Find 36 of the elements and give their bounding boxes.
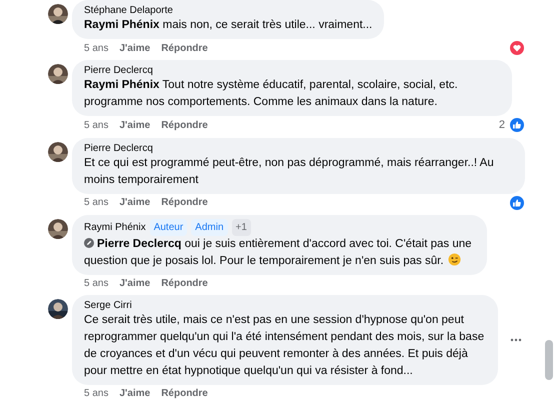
comment-time[interactable]: 5 ans <box>84 118 108 133</box>
reply-link[interactable]: Répondre <box>161 195 208 210</box>
comment-text: Pierre Declercq oui je suis entièrement d'accord avec toi. C'était pas une question que je posais lol. Pour le temporairement je n'en suis pas sûr. <box>84 236 473 268</box>
comment-time[interactable]: 5 ans <box>84 195 108 210</box>
author-name[interactable]: Pierre Declercq <box>84 142 153 154</box>
reply-link[interactable]: Répondre <box>161 386 208 400</box>
author-name[interactable]: Raymi Phénix <box>84 220 146 234</box>
comment-text: Ce serait très utile, mais ce n'est pas en une session d'hypnose qu'on peut reprogrammer quelqu'un qui l'a été intensément pendant des mois, sur la base de croyances et d'un vécu qui peuvent remonter à des années. Et puis déjà pour mettre en état hypnotique quelqu'un qui va résister à fond... <box>84 312 486 378</box>
reaction-count: 2 <box>498 118 505 133</box>
like-link[interactable]: J'aime <box>119 40 150 56</box>
scrollbar-thumb[interactable] <box>545 340 553 380</box>
mention-link[interactable]: Pierre Declercq <box>97 238 182 250</box>
comment-time[interactable]: 5 ans <box>84 40 108 56</box>
like-link[interactable]: J'aime <box>119 118 150 133</box>
comment-time[interactable]: 5 ans <box>84 276 108 290</box>
thumbs-up-reaction-icon <box>509 117 525 134</box>
comment-text: Raymi Phénix mais non, ce serait très utile... vraiment... <box>84 18 372 33</box>
like-link[interactable]: J'aime <box>119 386 150 400</box>
more-icon <box>510 338 522 342</box>
author-name[interactable]: Pierre Declercq <box>84 64 153 77</box>
author-badge: Auteur <box>150 218 188 236</box>
heart-reaction-icon <box>509 40 525 56</box>
like-link[interactable]: J'aime <box>119 195 150 210</box>
author-name[interactable]: Serge Cirri <box>84 298 132 312</box>
reply-link[interactable]: Répondre <box>161 118 208 133</box>
comment-text: Et ce qui est programmé peut-être, non pas déprogrammé, mais réarranger..! Au moins temporairement <box>84 156 495 188</box>
reply-link[interactable]: Répondre <box>161 40 208 56</box>
mention-icon <box>84 238 94 248</box>
comment-time[interactable]: 5 ans <box>84 386 108 400</box>
author-badge: Admin <box>191 218 228 236</box>
comment-text: Raymi Phénix Tout notre système éducatif, parental, scolaire, social, etc. programme nos comportements. Comme les animaux dans la nature. <box>84 78 459 110</box>
reply-link[interactable]: Répondre <box>161 276 208 290</box>
author-name[interactable]: Stéphane Delaporte <box>84 4 173 17</box>
like-link[interactable]: J'aime <box>119 276 150 290</box>
thumbs-up-reaction-icon <box>509 194 525 210</box>
author-badge: +1 <box>232 218 251 236</box>
